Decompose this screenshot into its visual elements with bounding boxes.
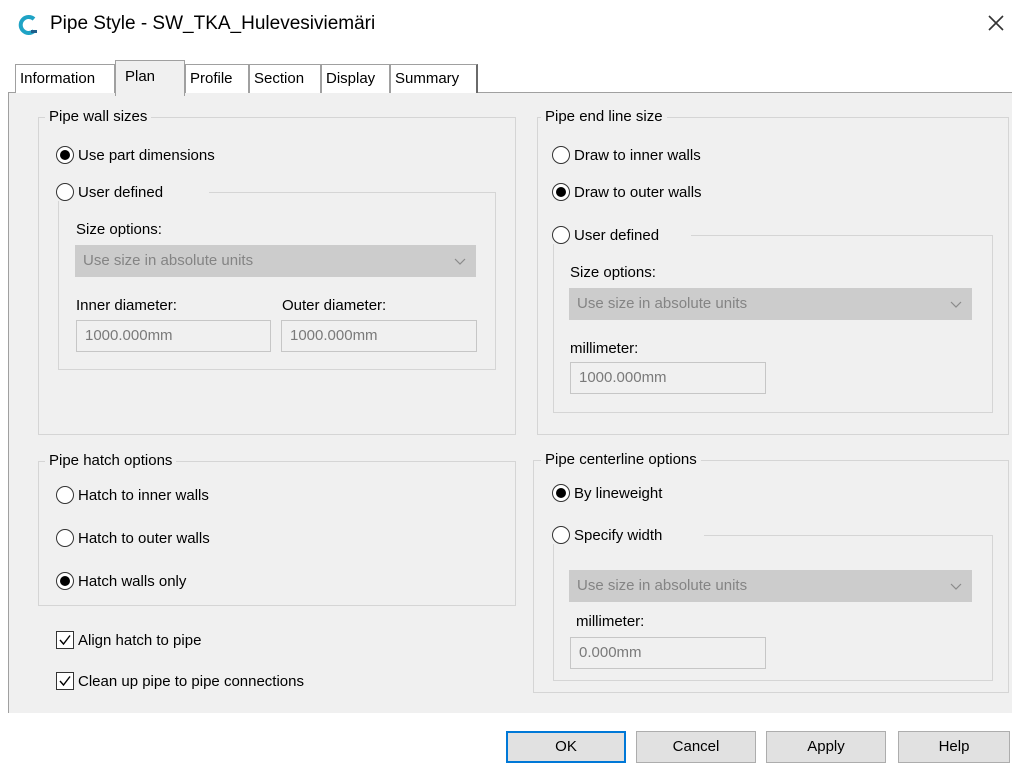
- by-lineweight-label: By lineweight: [574, 484, 663, 502]
- radio-unselected-icon: [56, 183, 74, 201]
- pipe-end-line-size-title: Pipe end line size: [541, 108, 667, 125]
- radio-unselected-icon: [552, 146, 570, 164]
- tab-plan[interactable]: Plan: [115, 60, 185, 96]
- align-hatch-to-pipe-label: Align hatch to pipe: [78, 631, 202, 649]
- radio-selected-icon: [56, 146, 74, 164]
- chevron-down-icon: [950, 301, 962, 308]
- endline-millimeter-input[interactable]: 1000.000mm: [570, 362, 766, 394]
- radio-selected-icon: [552, 484, 570, 502]
- radio-unselected-icon: [56, 486, 74, 504]
- wall-size-options-select[interactable]: Use size in absolute units: [75, 245, 476, 277]
- draw-to-outer-walls-radio[interactable]: Draw to outer walls: [552, 183, 702, 201]
- radio-unselected-icon: [552, 526, 570, 544]
- hatch-to-outer-walls-label: Hatch to outer walls: [78, 529, 210, 547]
- tab-display[interactable]: Display: [321, 64, 390, 93]
- outer-diameter-input[interactable]: 1000.000mm: [281, 320, 477, 352]
- wall-size-options-value: Use size in absolute units: [83, 252, 254, 269]
- hatch-walls-only-radio[interactable]: Hatch walls only: [56, 572, 186, 590]
- tab-profile[interactable]: Profile: [185, 64, 249, 93]
- checkmark-icon: [56, 672, 74, 690]
- hatch-to-outer-walls-radio[interactable]: Hatch to outer walls: [56, 529, 210, 547]
- endline-size-options-value: Use size in absolute units: [577, 295, 748, 312]
- endline-size-options-select[interactable]: Use size in absolute units: [569, 288, 972, 320]
- inner-diameter-label: Inner diameter:: [76, 297, 177, 314]
- use-part-dimensions-radio[interactable]: Use part dimensions: [56, 146, 215, 164]
- radio-unselected-icon: [552, 226, 570, 244]
- wall-user-defined-label: User defined: [78, 183, 164, 201]
- civil3d-app-icon: [18, 14, 40, 36]
- use-part-dimensions-label: Use part dimensions: [78, 146, 215, 164]
- pipe-wall-sizes-title: Pipe wall sizes: [45, 108, 152, 125]
- centerline-millimeter-label: millimeter:: [576, 613, 645, 630]
- inner-diameter-input[interactable]: 1000.000mm: [76, 320, 271, 352]
- centerline-millimeter-input[interactable]: 0.000mm: [570, 637, 766, 669]
- chevron-down-icon: [454, 258, 466, 265]
- draw-to-outer-walls-label: Draw to outer walls: [574, 183, 702, 201]
- chevron-down-icon: [950, 583, 962, 590]
- draw-to-inner-walls-label: Draw to inner walls: [574, 146, 701, 164]
- radio-selected-icon: [56, 572, 74, 590]
- centerline-size-options-value: Use size in absolute units: [577, 577, 748, 594]
- clean-up-connections-label: Clean up pipe to pipe connections: [78, 672, 304, 690]
- specify-width-radio[interactable]: Specify width: [552, 526, 705, 544]
- draw-to-inner-walls-radio[interactable]: Draw to inner walls: [552, 146, 701, 164]
- hatch-to-inner-walls-radio[interactable]: Hatch to inner walls: [56, 486, 209, 504]
- hatch-to-inner-walls-label: Hatch to inner walls: [78, 486, 209, 504]
- endline-size-options-label: Size options:: [570, 264, 656, 281]
- tab-section[interactable]: Section: [249, 64, 321, 93]
- radio-selected-icon: [552, 183, 570, 201]
- by-lineweight-radio[interactable]: By lineweight: [552, 484, 662, 502]
- hatch-walls-only-label: Hatch walls only: [78, 572, 187, 590]
- checkmark-icon: [56, 631, 74, 649]
- wall-user-defined-radio[interactable]: User defined: [56, 183, 210, 201]
- clean-up-connections-checkbox[interactable]: Clean up pipe to pipe connections: [56, 672, 304, 690]
- ok-button[interactable]: OK: [506, 731, 626, 763]
- align-hatch-to-pipe-checkbox[interactable]: Align hatch to pipe: [56, 631, 201, 649]
- endline-millimeter-label: millimeter:: [570, 340, 639, 357]
- help-button[interactable]: Help: [898, 731, 1010, 763]
- endline-user-defined-radio[interactable]: User defined: [552, 226, 692, 244]
- close-icon[interactable]: [981, 8, 1011, 38]
- tab-summary[interactable]: Summary: [390, 64, 478, 93]
- pipe-hatch-options-title: Pipe hatch options: [45, 452, 177, 469]
- centerline-size-options-select[interactable]: Use size in absolute units: [569, 570, 972, 602]
- endline-user-defined-label: User defined: [574, 226, 660, 244]
- window-title: Pipe Style - SW_TKA_Hulevesiviemäri: [50, 13, 376, 34]
- radio-unselected-icon: [56, 529, 74, 547]
- wall-size-options-label: Size options:: [76, 221, 162, 238]
- cancel-button[interactable]: Cancel: [636, 731, 756, 763]
- outer-diameter-label: Outer diameter:: [282, 297, 387, 314]
- apply-button[interactable]: Apply: [766, 731, 886, 763]
- tab-information[interactable]: Information: [15, 64, 115, 93]
- pipe-centerline-options-title: Pipe centerline options: [541, 451, 701, 468]
- specify-width-label: Specify width: [574, 526, 663, 544]
